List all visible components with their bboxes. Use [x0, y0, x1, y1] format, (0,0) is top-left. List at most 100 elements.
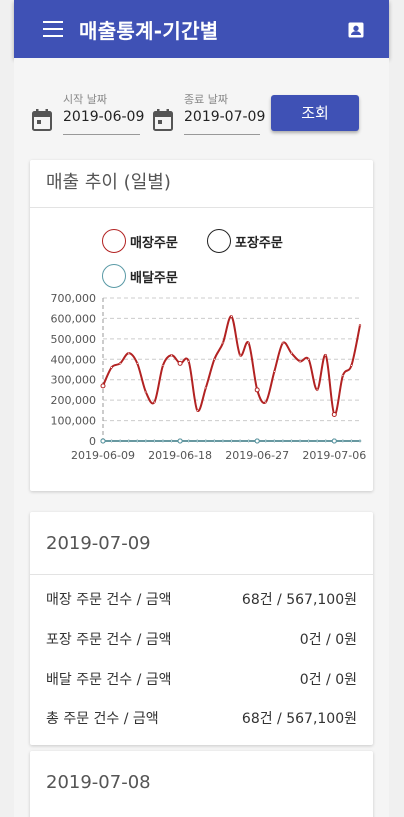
data-point	[273, 370, 276, 373]
data-point	[100, 438, 106, 444]
data-point	[196, 439, 199, 443]
legend-item-takeout[interactable]: 포장주문	[207, 229, 283, 253]
end-date-label: 종료 날짜	[184, 93, 228, 106]
legend-label-delivery: 배달주문	[130, 270, 178, 286]
data-point	[281, 439, 285, 443]
y-tick-label: 100,000	[51, 415, 97, 428]
x-tick-label: 2019-06-09	[71, 449, 135, 462]
data-point	[221, 341, 225, 345]
end-date-underline	[184, 134, 260, 135]
data-point	[358, 323, 362, 327]
data-point	[331, 411, 337, 417]
x-tick-label: 2019-07-06	[302, 449, 366, 462]
data-point	[187, 360, 190, 363]
start-date-underline	[63, 134, 140, 135]
data-point	[144, 439, 148, 443]
data-point	[281, 341, 285, 345]
end-date-value[interactable]: 2019-07-09	[184, 109, 265, 125]
data-point	[110, 439, 113, 443]
data-point	[350, 364, 353, 367]
chart-card: 매출 추이 (일별) 매장주문 포장주문 배달주문 0 100,000 200,00…	[30, 160, 373, 491]
y-tick-label: 600,000	[51, 312, 97, 325]
data-point	[100, 383, 106, 389]
legend-swatch-store	[102, 229, 126, 253]
store-order-label: 매장 주문 건수 / 금액	[46, 592, 172, 608]
start-date-field[interactable]: 시작 날짜 2019-06-09	[63, 91, 144, 137]
legend-swatch-takeout	[207, 229, 231, 253]
data-point	[110, 366, 113, 369]
data-point	[177, 360, 183, 366]
data-point	[238, 439, 242, 443]
start-date-value[interactable]: 2019-06-09	[63, 109, 144, 125]
data-point	[298, 360, 302, 363]
legend-item-delivery[interactable]: 배달주문	[102, 264, 178, 288]
data-point	[221, 439, 225, 443]
data-point	[298, 439, 302, 443]
data-point	[136, 362, 139, 365]
search-button[interactable]: 조회	[271, 95, 359, 131]
content-area: 시작 날짜 2019-06-09 종료 날짜 2019-07-09 조회 매출 …	[14, 58, 389, 817]
data-point	[213, 358, 216, 361]
data-point	[290, 439, 293, 443]
data-point	[307, 358, 310, 361]
data-point	[170, 439, 173, 443]
y-tick-label: 500,000	[51, 333, 97, 346]
data-point	[153, 439, 156, 443]
data-point	[324, 353, 327, 357]
data-point	[144, 390, 148, 394]
legend-label-takeout: 포장주문	[235, 235, 283, 251]
data-point	[247, 439, 250, 443]
chart-plot: 0 100,000 200,000 300,000 400,000 500,000 600,…	[51, 292, 367, 462]
data-point	[324, 439, 327, 443]
takeout-order-label: 포장 주문 건수 / 금액	[46, 632, 172, 648]
legend-label-store: 매장주문	[130, 235, 178, 251]
data-point	[315, 388, 319, 392]
data-point	[341, 374, 345, 377]
data-point	[161, 439, 165, 443]
summary-date: 2019-07-08	[46, 772, 151, 793]
data-point	[331, 438, 337, 444]
data-point	[153, 400, 156, 404]
data-point	[264, 400, 267, 404]
data-point	[254, 387, 260, 393]
y-tick-label: 0	[89, 435, 96, 448]
data-point	[307, 439, 310, 443]
page-title: 매출통계-기간별	[79, 19, 219, 43]
y-tick-label: 300,000	[51, 374, 97, 387]
calendar-icon[interactable]	[153, 109, 173, 131]
data-point	[247, 341, 250, 345]
data-point	[238, 353, 242, 357]
store-order-value: 68건 / 567,100원	[241, 592, 357, 608]
account-box-icon[interactable]	[346, 20, 366, 40]
calendar-icon[interactable]	[32, 109, 52, 131]
data-point	[315, 439, 319, 443]
chart-card-title: 매출 추이 (일별)	[30, 160, 373, 208]
data-point	[177, 438, 183, 444]
total-order-label: 총 주문 건수 / 금액	[46, 711, 159, 727]
data-point	[358, 439, 362, 443]
x-tick-label: 2019-06-18	[148, 449, 212, 462]
end-date-field[interactable]: 종료 날짜 2019-07-09	[184, 91, 265, 137]
delivery-order-label: 배달 주문 건수 / 금액	[46, 672, 172, 688]
takeout-order-value: 0건 / 0원	[299, 632, 357, 648]
total-order-value: 68건 / 567,100원	[241, 711, 357, 727]
data-point	[127, 351, 130, 355]
summary-card: 2019-07-09 매장 주문 건수 / 금액 68건 / 567,100원 …	[30, 512, 373, 745]
data-point	[350, 439, 353, 443]
data-point	[230, 315, 233, 318]
data-point	[118, 362, 122, 365]
summary-date: 2019-07-09	[30, 512, 373, 575]
data-point	[204, 439, 208, 443]
app-bar: 매출통계-기간별	[14, 0, 389, 58]
data-point	[196, 409, 199, 412]
data-point	[170, 353, 173, 357]
y-tick-label: 400,000	[51, 353, 97, 366]
data-point	[254, 438, 260, 444]
legend-item-store[interactable]: 매장주문	[102, 229, 178, 253]
summary-card: 2019-07-08	[30, 751, 373, 817]
y-tick-label: 700,000	[51, 292, 97, 305]
data-point	[230, 439, 233, 443]
data-point	[264, 439, 267, 443]
menu-icon[interactable]	[43, 21, 63, 37]
data-point	[118, 439, 122, 443]
